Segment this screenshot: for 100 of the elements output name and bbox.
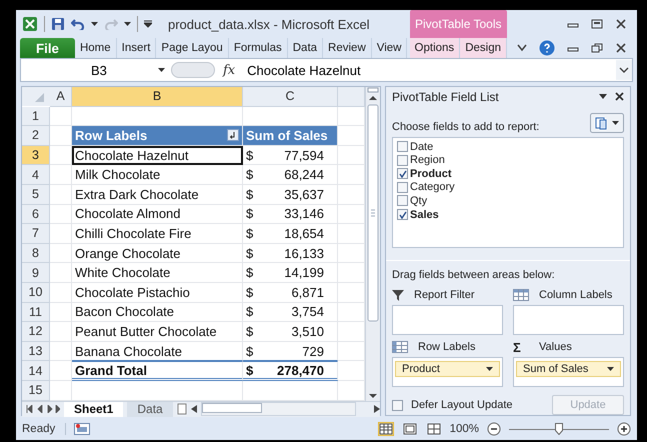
insert-function-button[interactable]: fx — [215, 62, 244, 78]
table-cell[interactable]: $ 729 — [243, 342, 338, 362]
table-cell[interactable]: Chocolate Almond — [72, 204, 243, 224]
layout-button-icon[interactable] — [590, 112, 624, 133]
checkbox[interactable] — [397, 182, 408, 193]
row-header[interactable]: 6 — [22, 204, 50, 224]
field-label[interactable]: Qty — [410, 194, 428, 207]
field-chip[interactable]: Product — [395, 361, 500, 377]
sheet-nav-icon[interactable] — [26, 405, 60, 413]
column-header[interactable]: B — [72, 87, 243, 107]
row-header[interactable]: 12 — [22, 322, 50, 342]
drop-area[interactable]: Sum of Sales — [513, 357, 624, 387]
row-header[interactable]: 15 — [22, 380, 50, 400]
formula-field[interactable]: Chocolate Hazelnut — [243, 62, 616, 78]
table-cell[interactable]: Chocolate Pistachio — [72, 282, 243, 303]
row-header[interactable]: 10 — [22, 282, 50, 303]
close-pane-icon[interactable] — [615, 92, 624, 102]
table-cell[interactable]: White Chocolate — [72, 263, 243, 283]
row-header[interactable]: 3 — [22, 146, 50, 166]
restore-window-icon[interactable] — [591, 43, 603, 53]
field-label[interactable]: Sales — [410, 208, 439, 220]
row-header[interactable]: 11 — [22, 302, 50, 322]
save-icon[interactable] — [51, 17, 65, 31]
table-cell[interactable]: $ 33,146 — [243, 204, 338, 224]
customize-icon[interactable] — [144, 20, 152, 28]
table-cell[interactable]: $ 3,510 — [243, 322, 338, 342]
column-header[interactable]: C — [243, 87, 338, 107]
table-cell[interactable]: Bacon Chocolate — [72, 302, 243, 322]
row-header[interactable]: 7 — [22, 224, 50, 244]
row-header[interactable]: 8 — [22, 244, 50, 264]
view-button[interactable] — [378, 422, 394, 436]
field-label[interactable]: Product — [410, 168, 452, 180]
close-icon[interactable] — [615, 19, 627, 29]
table-cell[interactable]: Peanut Butter Chocolate — [72, 322, 243, 342]
name-box[interactable]: B3 — [21, 62, 171, 78]
view-button[interactable] — [426, 422, 442, 436]
field-chip[interactable]: Sum of Sales — [516, 361, 621, 377]
table-cell[interactable]: $ 68,244 — [243, 165, 338, 185]
drop-area[interactable]: Product — [392, 357, 503, 387]
help-icon[interactable] — [539, 40, 555, 56]
table-cell[interactable]: $ 18,654 — [243, 224, 338, 244]
table-cell[interactable]: Chocolate Hazelnut — [72, 146, 243, 166]
file-tab[interactable]: File — [20, 38, 75, 58]
checkbox[interactable] — [397, 168, 408, 180]
chip-caret-icon[interactable] — [486, 366, 493, 372]
table-cell[interactable]: Milk Chocolate — [72, 165, 243, 185]
row-header[interactable]: 9 — [22, 263, 50, 283]
scrollbar-thumb[interactable] — [367, 103, 379, 323]
name-box-caret-icon[interactable] — [158, 68, 165, 72]
table-cell[interactable]: $ 6,871 — [243, 282, 338, 303]
row-header[interactable]: 2 — [22, 126, 50, 146]
checkbox[interactable] — [397, 154, 408, 166]
chip-caret-icon[interactable] — [607, 366, 614, 372]
table-cell[interactable]: Extra Dark Chocolate — [72, 184, 243, 205]
pane-options-icon[interactable] — [599, 94, 607, 100]
maximize-icon[interactable] — [591, 19, 603, 29]
table-cell[interactable]: $ 14,199 — [243, 263, 338, 283]
sheet-tab[interactable]: Sheet1 — [64, 402, 124, 416]
scroll-right-icon[interactable] — [374, 405, 380, 413]
redo-caret-icon[interactable] — [124, 22, 131, 26]
collapse-ribbon-icon[interactable] — [517, 44, 527, 52]
table-cell[interactable]: Banana Chocolate — [72, 342, 243, 362]
row-header[interactable]: 1 — [22, 106, 50, 126]
excel-icon[interactable] — [22, 16, 38, 32]
split-handle-icon[interactable] — [367, 87, 379, 93]
row-header[interactable]: 4 — [22, 165, 50, 185]
macro-record-icon[interactable] — [74, 423, 90, 435]
scroll-left-icon[interactable] — [190, 405, 197, 413]
filter-dropdown-icon[interactable] — [227, 129, 239, 142]
checkbox[interactable] — [397, 209, 408, 220]
zoom-out-icon[interactable] — [487, 422, 501, 436]
insert-sheet-icon[interactable] — [176, 403, 187, 415]
table-cell[interactable]: $ 16,133 — [243, 244, 338, 264]
row-header[interactable]: 14 — [22, 361, 50, 381]
zoom-in-icon[interactable] — [617, 422, 631, 436]
field-label[interactable]: Category — [410, 181, 455, 194]
table-cell[interactable]: $ 3,754 — [243, 302, 338, 322]
checkbox[interactable] — [397, 195, 408, 206]
table-cell[interactable]: Chilli Chocolate Fire — [72, 224, 243, 244]
expand-formula-icon[interactable] — [616, 60, 632, 80]
zoom-slider[interactable] — [509, 423, 609, 435]
field-label[interactable]: Date — [410, 140, 434, 153]
drop-area[interactable] — [392, 305, 503, 335]
table-cell[interactable]: $ 77,594 — [243, 146, 338, 166]
table-cell[interactable]: Orange Chocolate — [72, 244, 243, 264]
sheet-tab[interactable]: Data — [127, 402, 173, 416]
defer-label[interactable]: Defer Layout Update — [411, 399, 544, 411]
checkbox[interactable] — [392, 400, 403, 410]
drop-area[interactable] — [513, 305, 624, 335]
undo-caret-icon[interactable] — [91, 22, 98, 26]
row-header[interactable]: 5 — [22, 184, 50, 205]
column-header[interactable]: A — [50, 87, 72, 107]
view-button[interactable] — [402, 422, 418, 436]
horizontal-scrollbar-thumb[interactable] — [202, 403, 262, 413]
row-header[interactable]: 13 — [22, 342, 50, 362]
table-cell[interactable]: $ 35,637 — [243, 184, 338, 205]
checkbox[interactable] — [397, 141, 408, 152]
slider-thumb[interactable] — [555, 423, 563, 435]
zoom-level[interactable]: 100% — [450, 423, 479, 435]
field-label[interactable]: Region — [410, 154, 445, 166]
